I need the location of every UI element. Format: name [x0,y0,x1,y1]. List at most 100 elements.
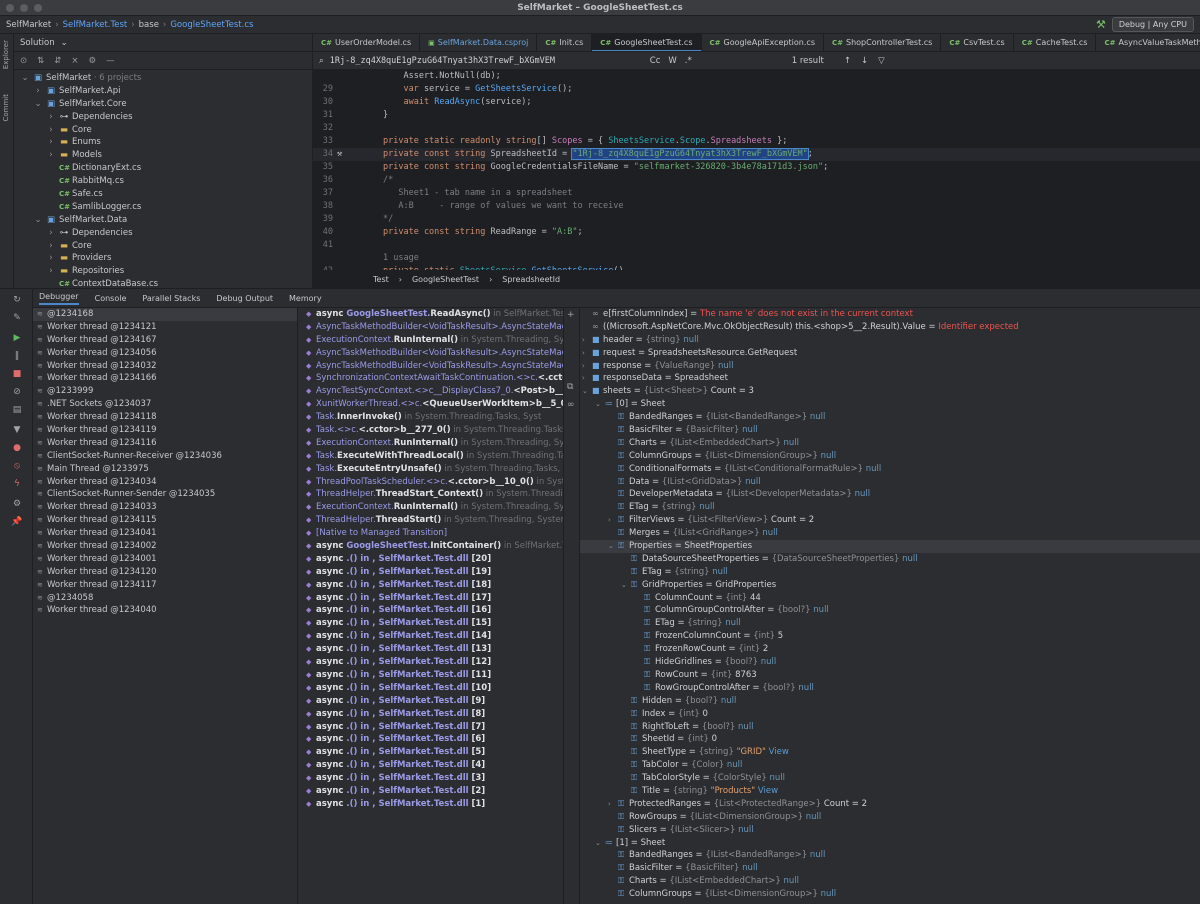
debugger-tab[interactable]: Memory [289,294,322,303]
editor-tab[interactable]: ▣SelfMarket.Data.csproj [420,34,537,52]
editor-tab[interactable]: C#Init.cs [537,34,592,52]
prev-match-icon[interactable]: ↑ [844,56,851,66]
pin-icon[interactable]: 📌 [11,517,23,529]
code-line[interactable]: 39*/ [313,213,1200,226]
thread-item[interactable]: ≋ClientSocket-Runner-Receiver @1234036 [33,450,297,463]
gear-icon[interactable]: ⚙ [89,56,97,66]
tree-item[interactable]: ›▣SelfMarket.Api [14,85,312,98]
close-icon[interactable]: × [71,56,78,66]
explorer-tab[interactable]: Explorer [2,40,12,69]
thread-item[interactable]: ≋Worker thread @1234119 [33,424,297,437]
nav-branch[interactable]: base [139,20,159,30]
variable-row[interactable]: ⚿ColumnCount = {int} 44 [580,592,1200,605]
variable-row[interactable]: ⚿ETag = {string} null [580,566,1200,579]
thread-item[interactable]: ≋Worker thread @1234115 [33,514,297,527]
expand-arrow-icon[interactable]: › [608,798,618,811]
variable-row[interactable]: ⚿FrozenColumnCount = {int} 5 [580,630,1200,643]
thread-item[interactable]: ≋.NET Sockets @1234037 [33,398,297,411]
thread-item[interactable]: ≋Worker thread @1234056 [33,347,297,360]
variable-row[interactable]: ›■responseData = Spreadsheet [580,372,1200,385]
stack-frame[interactable]: ◆async .() in , SelfMarket.Test.dll [8] [298,708,563,721]
copy-icon[interactable]: ⧉ [567,382,573,392]
code-line[interactable]: 35private const string GoogleCredentials… [313,161,1200,174]
hammer-icon[interactable]: ⚒ [337,148,342,161]
variable-row[interactable]: ⚿BandedRanges = {IList<BandedRange>} nul… [580,411,1200,424]
thread-item[interactable]: ≋Worker thread @1234032 [33,360,297,373]
variable-row[interactable]: ›⚿FilterViews = {List<FilterView>} Count… [580,514,1200,527]
variable-row[interactable]: ⚿FrozenRowCount = {int} 2 [580,643,1200,656]
breadcrumb-namespace[interactable]: Test [373,275,389,284]
expand-arrow-icon[interactable]: ⌄ [608,540,618,553]
breadcrumb-class[interactable]: GoogleSheetTest [412,275,479,284]
stack-frame[interactable]: ◆AsyncTaskMethodBuilder<VoidTaskResult>.… [298,347,563,360]
settings-icon[interactable]: ✎ [11,313,23,325]
variable-row[interactable]: ›■header = {string} null [580,334,1200,347]
stack-frame[interactable]: ◆AsyncTaskMethodBuilder<VoidTaskResult>.… [298,360,563,373]
tree-item[interactable]: ›▬Enums [14,136,312,149]
layout-icon[interactable]: ▤ [11,405,23,417]
variable-row[interactable]: ⚿ColumnGroupControlAfter = {bool?} null [580,604,1200,617]
stack-frame[interactable]: ◆Task.InnerInvoke() in System.Threading.… [298,411,563,424]
variable-row[interactable]: ⚿ETag = {string} null [580,501,1200,514]
code-line[interactable]: Assert.NotNull(db); [313,70,1200,83]
thread-item[interactable]: ≋Worker thread @1234002 [33,540,297,553]
config-dropdown[interactable]: Debug | Any CPU [1112,17,1194,32]
variable-row[interactable]: ⚿TabColor = {Color} null [580,759,1200,772]
stack-frame[interactable]: ◆async .() in , SelfMarket.Test.dll [17] [298,592,563,605]
tree-item[interactable]: C#SamlibLogger.cs [14,201,312,214]
tree-item[interactable]: C#DictionaryExt.cs [14,162,312,175]
debugger-tab[interactable]: Debug Output [216,294,273,303]
stack-frame[interactable]: ◆async .() in , SelfMarket.Test.dll [12] [298,656,563,669]
mute-breakpoints-icon[interactable]: ⦸ [11,461,23,473]
variable-row[interactable]: ∞e[firstColumnIndex] = The name 'e' does… [580,308,1200,321]
variable-row[interactable]: ∞((Microsoft.AspNetCore.Mvc.OkObjectResu… [580,321,1200,334]
variable-row[interactable]: ⚿Merges = {IList<GridRange>} null [580,527,1200,540]
thread-item[interactable]: ≋@1234058 [33,592,297,605]
variable-row[interactable]: ⚿DeveloperMetadata = {IList<DeveloperMet… [580,488,1200,501]
regex-icon[interactable]: .* [685,56,692,66]
variable-row[interactable]: ⚿HideGridlines = {bool?} null [580,656,1200,669]
whole-word-icon[interactable]: W [668,56,676,66]
expand-arrow-icon[interactable]: ⌄ [595,398,605,411]
editor-tab[interactable]: C#UserOrderModel.cs [313,34,420,52]
stack-frame[interactable]: ◆async .() in , SelfMarket.Test.dll [16] [298,604,563,617]
expand-arrow-icon[interactable]: ⌄ [582,385,592,398]
stack-frame[interactable]: ◆async .() in , SelfMarket.Test.dll [9] [298,695,563,708]
editor-tab[interactable]: C#AsyncValueTaskMethodBuilderT.cs [1096,34,1200,52]
chevron-down-icon[interactable]: ⌄ [61,38,68,48]
tree-item[interactable]: C#Safe.cs [14,188,312,201]
variable-row[interactable]: ›■response = {ValueRange} null [580,360,1200,373]
variable-row[interactable]: ⚿RightToLeft = {bool?} null [580,721,1200,734]
thread-item[interactable]: ≋Worker thread @1234117 [33,579,297,592]
variable-row[interactable]: ⚿Slicers = {IList<Slicer>} null [580,824,1200,837]
stack-frame[interactable]: ◆Task.ExecuteWithThreadLocal() in System… [298,450,563,463]
variable-row[interactable]: ⚿SheetType = {string} "GRID" View [580,746,1200,759]
chevron-icon[interactable]: › [46,124,56,137]
editor-tab[interactable]: C#CsvTest.cs [941,34,1013,52]
variable-row[interactable]: ›⚿ProtectedRanges = {List<ProtectedRange… [580,798,1200,811]
variable-row[interactable]: ⌄≔[1] = Sheet [580,837,1200,850]
stack-frame[interactable]: ◆async .() in , SelfMarket.Test.dll [7] [298,721,563,734]
variable-row[interactable]: ⚿Hidden = {bool?} null [580,695,1200,708]
stack-frame[interactable]: ◆async .() in , SelfMarket.Test.dll [3] [298,772,563,785]
stack-frame[interactable]: ◆async GoogleSheetTest.InitContainer() i… [298,540,563,553]
thread-item[interactable]: ≋@1233999 [33,385,297,398]
commit-tab[interactable]: Commit [2,94,12,122]
variable-row[interactable]: ⌄⚿Properties = SheetProperties [580,540,1200,553]
variable-row[interactable]: ›■request = SpreadsheetsResource.GetRequ… [580,347,1200,360]
stop-icon[interactable]: ■ [11,369,23,381]
chevron-icon[interactable]: › [46,149,56,162]
variable-row[interactable]: ⚿ConditionalFormats = {IList<Conditional… [580,463,1200,476]
thread-item[interactable]: ≋@1234168 [33,308,297,321]
variable-row[interactable]: ⌄⚿GridProperties = GridProperties [580,579,1200,592]
chevron-icon[interactable]: › [46,227,56,240]
thread-item[interactable]: ≋Worker thread @1234040 [33,604,297,617]
code-line[interactable]: 40private const string ReadRange = "A:B"… [313,226,1200,239]
debugger-tab[interactable]: Console [95,294,127,303]
stack-frame[interactable]: ◆async .() in , SelfMarket.Test.dll [20] [298,553,563,566]
next-match-icon[interactable]: ↓ [861,56,868,66]
chevron-icon[interactable]: ⌄ [33,98,43,111]
expand-arrow-icon[interactable]: ⌄ [595,837,605,850]
thread-item[interactable]: ≋Worker thread @1234001 [33,553,297,566]
stack-frame[interactable]: ◆async .() in , SelfMarket.Test.dll [4] [298,759,563,772]
